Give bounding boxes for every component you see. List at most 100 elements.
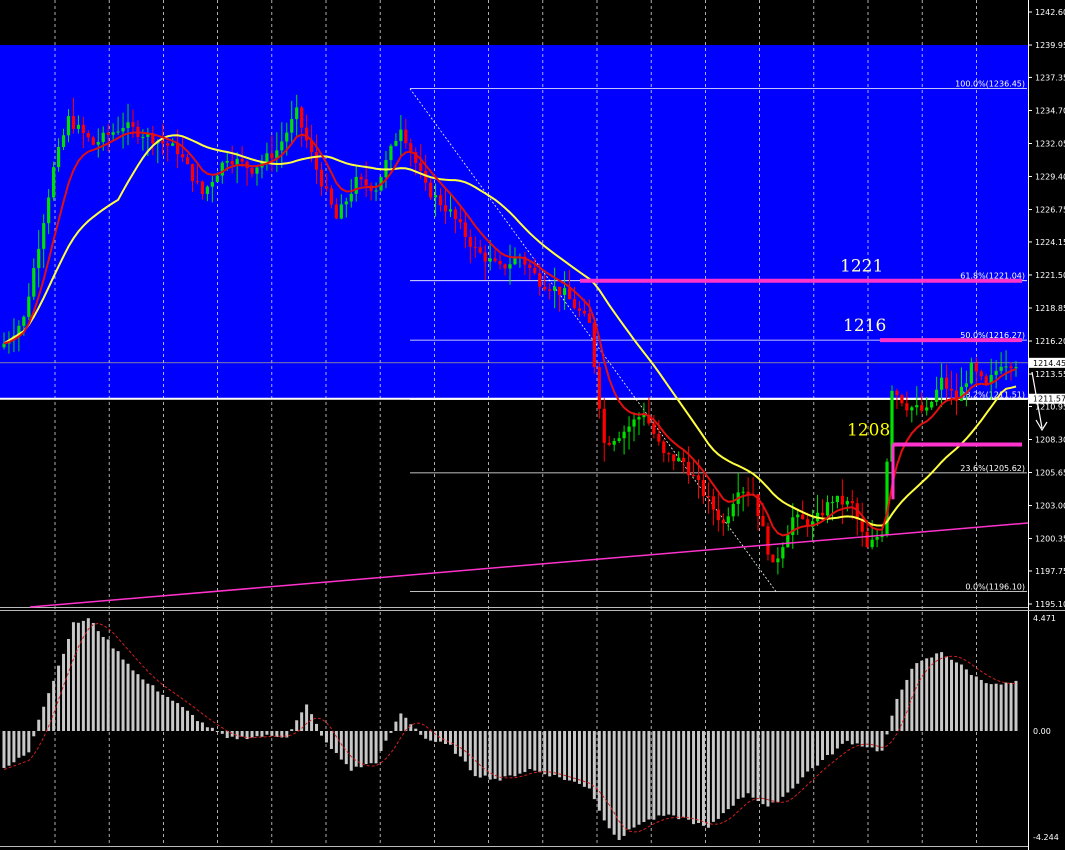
candle-body [939, 377, 944, 390]
oscillator-bar [151, 685, 155, 731]
candle-body [721, 520, 725, 524]
oscillator-bar [687, 731, 691, 820]
oscillator-bar [439, 731, 443, 742]
price-axis-label: 1221.50 [1035, 271, 1065, 280]
candle-body [1014, 367, 1018, 369]
candle-body [1009, 366, 1013, 369]
candle-body [711, 496, 715, 510]
oscillator-axis-label: 0.00 [1033, 727, 1051, 736]
candle-body [577, 308, 582, 311]
oscillator-bar [994, 683, 998, 731]
candle-body [116, 131, 120, 133]
candle-body [329, 188, 334, 205]
candle-body [964, 383, 968, 387]
candle-body [572, 299, 577, 309]
oscillator-bar [806, 731, 810, 772]
oscillator-bar [344, 731, 348, 765]
oscillator-bar [161, 694, 165, 731]
candle-body [905, 403, 909, 411]
oscillator-bar [652, 731, 656, 820]
oscillator-bar [126, 663, 130, 731]
candle-body [657, 433, 661, 442]
candle-body [538, 273, 542, 287]
oscillator-bar [548, 731, 552, 777]
candle-body [419, 162, 423, 171]
price-axis-label: 1197.75 [1035, 567, 1065, 576]
candle-body [667, 453, 671, 455]
candle-body [300, 107, 304, 128]
oscillator-bar [731, 731, 735, 806]
candle-body [265, 153, 269, 163]
candle-body [761, 515, 765, 527]
oscillator-bar [478, 731, 482, 778]
oscillator-bar [463, 731, 467, 762]
oscillator-bar [1014, 680, 1018, 731]
oscillator-bar [434, 731, 438, 742]
oscillator-bar [200, 722, 204, 731]
price-axis-label: 1232.05 [1035, 139, 1065, 148]
candle-body [920, 405, 924, 411]
oscillator-bar [32, 731, 36, 737]
oscillator-bar [592, 731, 596, 800]
oscillator-bar [66, 638, 70, 731]
oscillator-bar [181, 707, 185, 731]
candle-body [875, 537, 879, 540]
oscillator-bar [726, 731, 730, 810]
candle-body [935, 389, 939, 402]
candle-body [22, 316, 26, 326]
oscillator-bar [1004, 682, 1008, 731]
oscillator-bar [523, 731, 527, 773]
candle-body [637, 417, 641, 420]
price-axis-label: 1224.15 [1035, 238, 1065, 247]
oscillator-bar [657, 731, 661, 816]
oscillator-bar [409, 724, 413, 731]
candle-body [830, 502, 835, 504]
oscillator-bar [414, 728, 418, 731]
candle-body [533, 267, 537, 274]
oscillator-bar [444, 731, 448, 744]
candle-body [979, 371, 983, 377]
oscillator-bar [706, 731, 710, 828]
oscillator-bar [389, 731, 393, 733]
candle-body [910, 407, 914, 411]
candle-body [121, 127, 125, 132]
candle-body [930, 401, 934, 408]
candle-body [617, 438, 621, 441]
candle-body [786, 535, 790, 548]
oscillator-bar [766, 731, 770, 807]
candle-body [131, 122, 135, 127]
oscillator-bar [215, 731, 219, 733]
oscillator-bar [746, 731, 750, 794]
oscillator-bar [945, 656, 949, 731]
oscillator-bar [62, 653, 66, 731]
oscillator-bar [315, 723, 319, 731]
candle-body [592, 322, 596, 368]
price-axis-label: 1205.65 [1035, 469, 1065, 478]
oscillator-bar [205, 727, 209, 731]
candle-body [488, 258, 492, 262]
oscillator-bar [399, 713, 403, 731]
oscillator-bar [468, 731, 472, 771]
candle-body [672, 454, 676, 462]
candle-body [443, 205, 448, 212]
oscillator-bar [17, 731, 21, 758]
candle-body [240, 158, 244, 162]
oscillator-bar [290, 729, 294, 731]
candle-body [76, 124, 81, 129]
oscillator-bar [518, 731, 522, 774]
price-axis-label: 1208.30 [1035, 435, 1065, 444]
oscillator-bar [761, 731, 765, 805]
candle-body [612, 440, 616, 445]
trading-chart[interactable]: 100.0%(1236.45)61.8%(1221.04)50.0%(1216.… [0, 0, 1065, 850]
candle-body [81, 124, 85, 133]
oscillator-bar [816, 731, 820, 766]
oscillator-bar [974, 676, 978, 731]
oscillator-bar [801, 731, 805, 778]
candle-body [433, 195, 438, 198]
candle-body [483, 252, 487, 262]
candle-body [820, 512, 825, 516]
candle-body [726, 516, 730, 524]
oscillator-bar [950, 659, 954, 731]
oscillator-bar [677, 731, 681, 820]
oscillator-bar [568, 731, 572, 781]
